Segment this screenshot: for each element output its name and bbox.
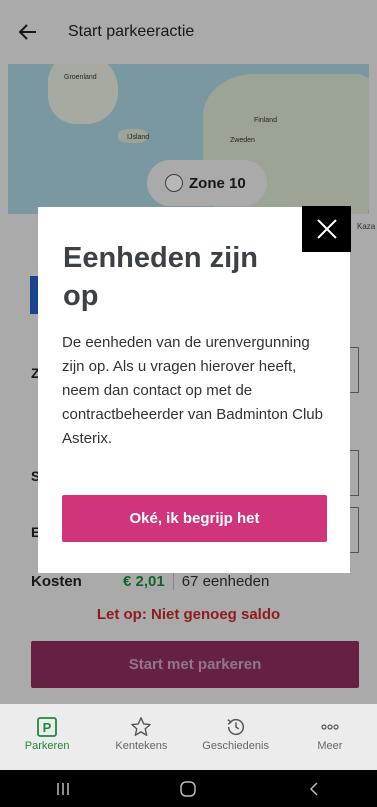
nav-label: Parkeren (24, 740, 70, 752)
parking-icon: P (37, 717, 58, 737)
dialog-title: Eenheden zijn op (63, 242, 258, 312)
bottom-navigation: P Parkeren Kentekens Geschiedenis Meer (0, 704, 377, 770)
recent-apps-icon[interactable] (53, 781, 73, 797)
star-icon (131, 717, 152, 736)
nav-item-meer[interactable]: Meer (283, 704, 377, 770)
nav-label: Geschiedenis (202, 740, 269, 752)
system-navigation-bar (0, 770, 377, 807)
nav-label: Kentekens (115, 740, 168, 752)
nav-item-geschiedenis[interactable]: Geschiedenis (189, 704, 283, 770)
close-dialog-button[interactable] (302, 206, 351, 252)
close-icon (316, 219, 337, 239)
map-label-kaza: Kaza (357, 222, 376, 231)
back-nav-icon[interactable] (304, 781, 324, 797)
units-depleted-dialog: Eenheden zijn op De eenheden van de uren… (38, 207, 350, 573)
dialog-message: De eenheden van de urenvergunning zijn o… (62, 334, 323, 447)
nav-item-parkeren[interactable]: P Parkeren (0, 704, 94, 770)
home-icon[interactable] (178, 779, 198, 799)
confirm-button[interactable]: Oké, ik begrijp het (62, 495, 327, 542)
svg-text:P: P (43, 720, 52, 735)
nav-item-kentekens[interactable]: Kentekens (94, 704, 188, 770)
more-icon (321, 724, 339, 730)
history-icon (226, 719, 244, 736)
nav-label: Meer (317, 740, 343, 752)
